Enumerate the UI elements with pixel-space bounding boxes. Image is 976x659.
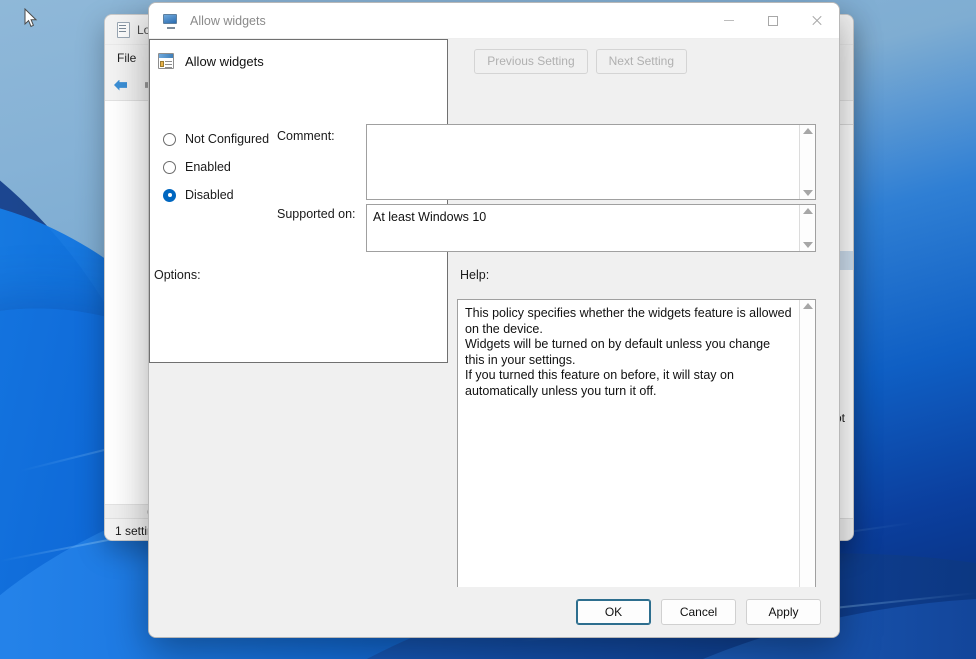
scroll-up-arrow-icon[interactable] <box>802 303 813 309</box>
radio-indicator[interactable] <box>163 188 176 202</box>
scroll-down-arrow-icon[interactable] <box>802 190 813 196</box>
help-panel: This policy specifies whether the widget… <box>457 299 816 623</box>
menu-item-file[interactable]: File <box>117 51 136 65</box>
radio-label: Disabled <box>185 188 234 202</box>
policy-state-radio-group[interactable]: Not Configured Enabled Disabled <box>157 125 387 209</box>
comment-label: Comment: <box>277 129 335 143</box>
dialog-titlebar[interactable]: Allow widgets <box>149 3 839 39</box>
ok-button[interactable]: OK <box>576 599 651 625</box>
allow-widgets-dialog[interactable]: Allow widgets Allow widgets Previous Set… <box>148 2 840 638</box>
scroll-up-arrow-icon[interactable] <box>802 128 813 134</box>
help-label: Help: <box>460 268 490 282</box>
comment-textbox[interactable] <box>366 124 816 200</box>
scroll-down-arrow-icon[interactable] <box>802 242 813 248</box>
radio-label: Enabled <box>185 160 231 174</box>
supported-on-scrollbar[interactable] <box>799 205 815 251</box>
radio-disabled[interactable]: Disabled <box>157 181 387 209</box>
radio-label: Not Configured <box>185 132 270 146</box>
radio-indicator[interactable] <box>163 132 176 146</box>
comment-scrollbar[interactable] <box>799 125 815 199</box>
policy-header-row: Allow widgets Previous Setting Next Sett… <box>149 39 839 83</box>
radio-not-configured[interactable]: Not Configured <box>157 125 387 153</box>
supported-on-textbox: At least Windows 10 <box>366 204 816 252</box>
policy-document-icon <box>115 22 130 38</box>
apply-button[interactable]: Apply <box>746 599 821 625</box>
supported-on-label: Supported on: <box>277 207 356 221</box>
monitor-policy-icon <box>163 13 180 29</box>
window-controls[interactable] <box>707 3 839 38</box>
page-title: Allow widgets <box>185 53 264 69</box>
back-arrow-icon[interactable] <box>113 76 137 96</box>
minimize-icon[interactable] <box>707 3 751 38</box>
options-label: Options: <box>154 268 201 282</box>
next-setting-button[interactable]: Next Setting <box>595 48 687 74</box>
dialog-title: Allow widgets <box>190 13 266 28</box>
help-scrollbar[interactable] <box>799 300 815 622</box>
cancel-button[interactable]: Cancel <box>661 599 736 625</box>
radio-indicator[interactable] <box>163 160 176 174</box>
supported-on-value: At least Windows 10 <box>373 210 487 224</box>
close-icon[interactable] <box>795 3 839 38</box>
radio-enabled[interactable]: Enabled <box>157 153 387 181</box>
maximize-icon[interactable] <box>751 3 795 38</box>
dialog-body: Allow widgets Previous Setting Next Sett… <box>149 39 839 637</box>
comment-value[interactable] <box>367 125 799 199</box>
previous-setting-button[interactable]: Previous Setting <box>474 48 588 74</box>
policy-setting-icon <box>157 52 175 70</box>
help-text: This policy specifies whether the widget… <box>465 306 792 398</box>
scroll-up-arrow-icon[interactable] <box>802 208 813 214</box>
dialog-footer: OK Cancel Apply <box>149 587 839 637</box>
